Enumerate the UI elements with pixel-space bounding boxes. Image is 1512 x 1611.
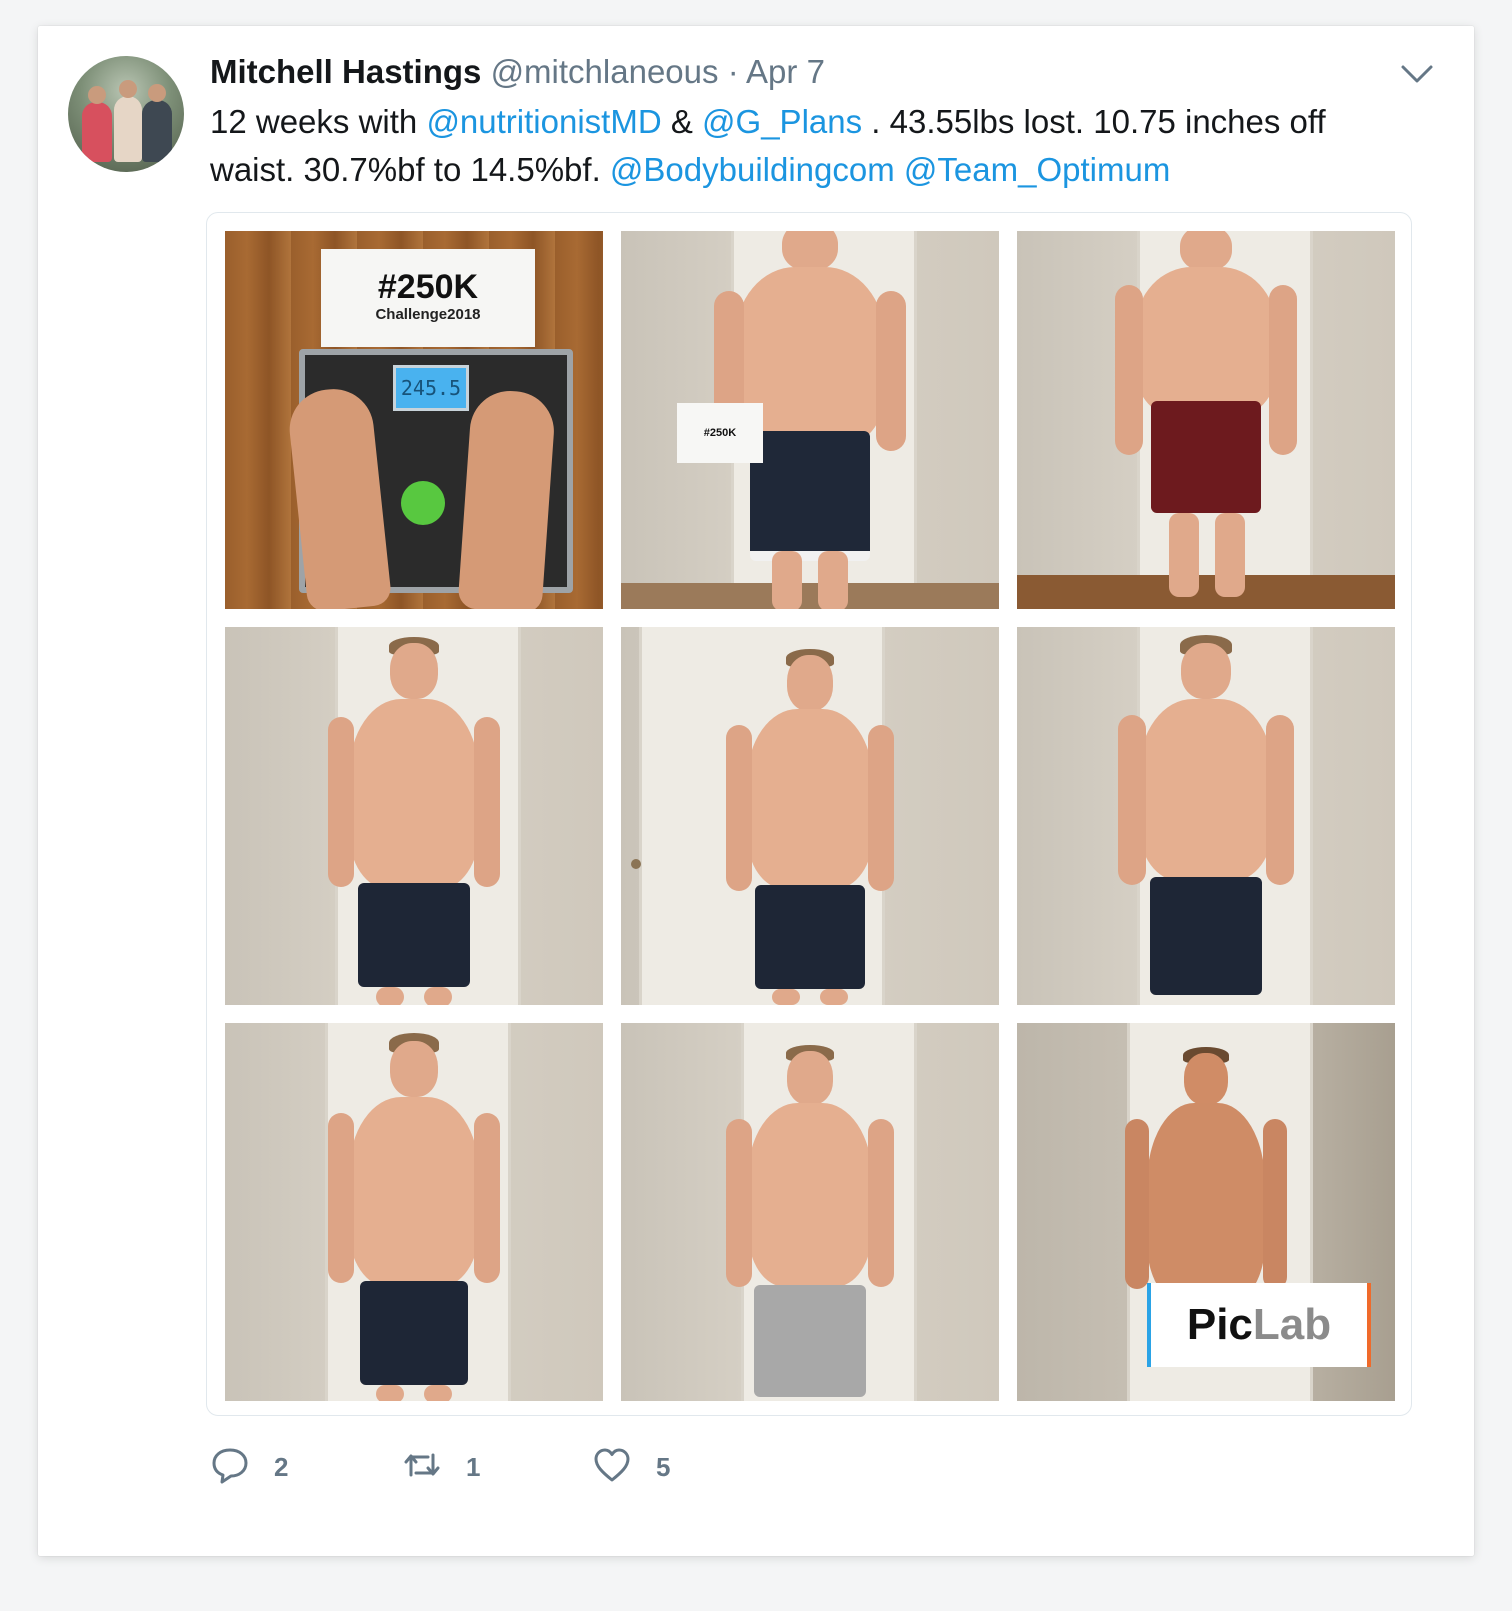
media-container: #250K Challenge2018 245.5 #250K PicLab <box>206 212 1412 1416</box>
tweet-text-segment: 12 weeks with <box>210 103 427 140</box>
retweet-button[interactable]: 1 <box>402 1442 480 1492</box>
tweet-header: Mitchell Hastings @mitchlaneous · Apr 7 <box>210 52 1310 92</box>
photo-progress[interactable] <box>1017 627 1395 1005</box>
tweet-date[interactable]: Apr 7 <box>746 53 825 90</box>
chevron-down-icon[interactable] <box>1400 62 1434 86</box>
held-sign: #250K <box>677 403 763 463</box>
photo-progress[interactable] <box>1017 231 1395 609</box>
author-handle[interactable]: @mitchlaneous <box>491 53 719 90</box>
mention-link[interactable]: @G_Plans <box>702 103 862 140</box>
tweet-text: 12 weeks with @nutritionistMD & @G_Plans… <box>210 98 1410 194</box>
watermark-pic: Pic <box>1186 1300 1253 1349</box>
avatar[interactable] <box>68 56 184 172</box>
watermark-lab: Lab <box>1252 1300 1332 1349</box>
photo-progress[interactable] <box>225 627 603 1005</box>
retweet-count: 1 <box>466 1451 481 1482</box>
photo-progress[interactable] <box>621 1023 999 1401</box>
photo-progress[interactable] <box>225 1023 603 1401</box>
mention-link[interactable]: @Bodybuildingcom <box>610 151 895 188</box>
challenge-sign: #250K Challenge2018 <box>321 249 535 347</box>
photo-grid: #250K Challenge2018 245.5 #250K PicLab <box>225 231 1395 1401</box>
scale-display: 245.5 <box>393 365 469 411</box>
reply-icon <box>210 1445 250 1490</box>
sign-subtitle: Challenge2018 <box>375 306 481 323</box>
reply-count: 2 <box>274 1451 289 1482</box>
header-separator: · <box>727 53 739 90</box>
author-name[interactable]: Mitchell Hastings <box>210 53 481 90</box>
tweet-text-segment <box>895 151 904 188</box>
reply-button[interactable]: 2 <box>210 1442 288 1492</box>
piclab-watermark: PicLab <box>1147 1283 1371 1367</box>
like-button[interactable]: 5 <box>592 1442 670 1492</box>
mention-link[interactable]: @Team_Optimum <box>904 151 1170 188</box>
photo-scale[interactable]: #250K Challenge2018 245.5 <box>225 231 603 609</box>
like-count: 5 <box>656 1451 671 1482</box>
retweet-icon <box>402 1445 442 1490</box>
tweet-actions: 2 1 5 <box>210 1442 910 1502</box>
photo-progress[interactable]: PicLab <box>1017 1023 1395 1401</box>
tweet-text-segment: & <box>661 103 703 140</box>
like-icon <box>592 1445 632 1490</box>
sign-title: #250K <box>377 268 479 306</box>
photo-progress[interactable] <box>621 627 999 1005</box>
mention-link[interactable]: @nutritionistMD <box>426 103 661 140</box>
photo-progress[interactable]: #250K <box>621 231 999 609</box>
tweet-card: Mitchell Hastings @mitchlaneous · Apr 7 … <box>38 26 1474 1556</box>
